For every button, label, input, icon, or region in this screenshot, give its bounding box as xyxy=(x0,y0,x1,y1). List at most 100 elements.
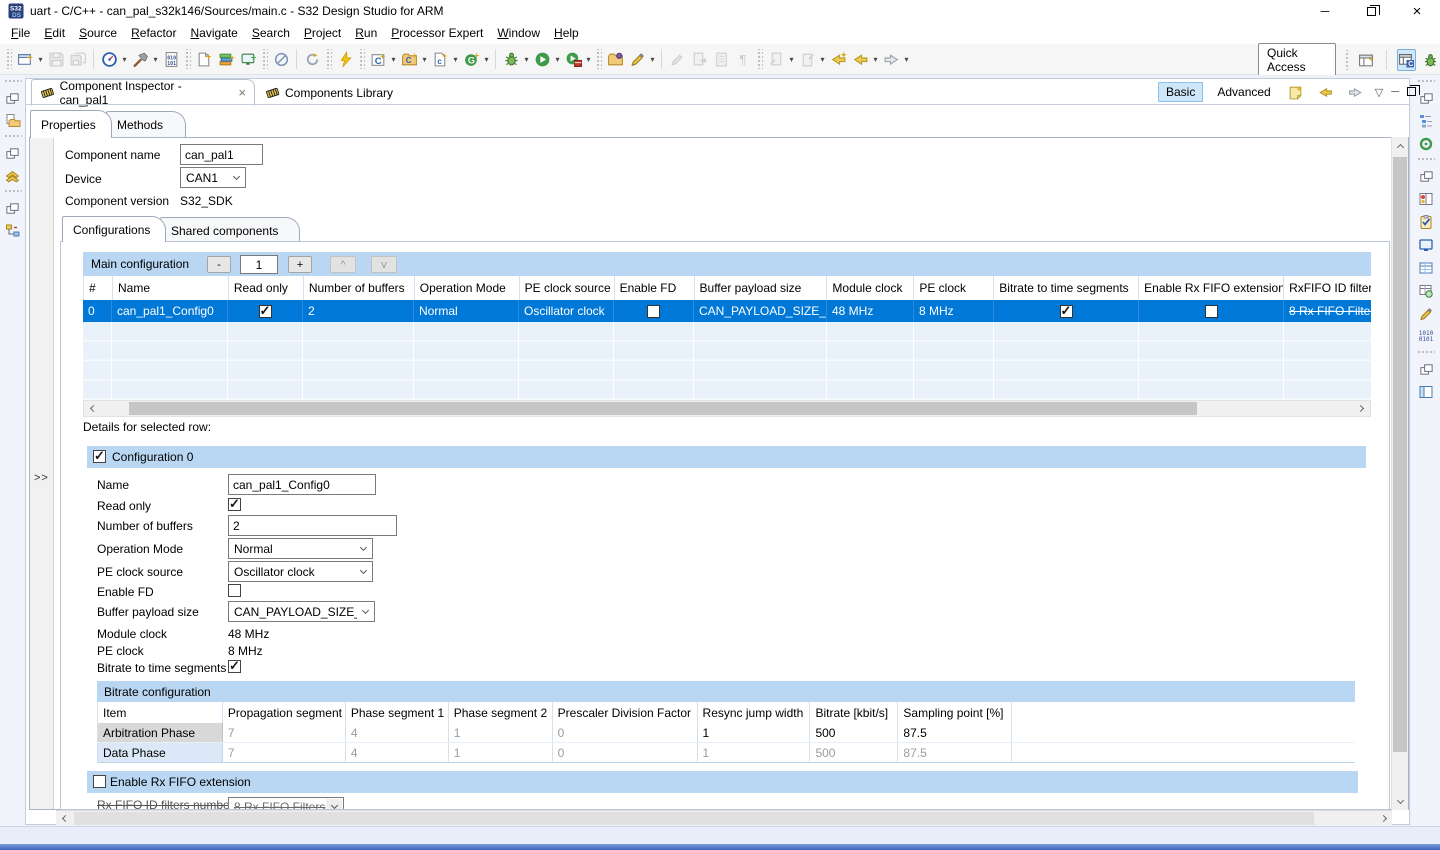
view-menu-icon[interactable]: ▽ xyxy=(1375,86,1383,99)
back-to-editor-icon[interactable]: ✦ xyxy=(827,48,849,70)
column-header[interactable]: Operation Mode xyxy=(415,276,520,300)
config-table-empty-rows[interactable] xyxy=(83,322,1371,400)
config-table-row[interactable]: 0 can_pal1_Config0 ✓ 2 Normal Oscillator… xyxy=(83,300,1371,322)
menu-source[interactable]: Source xyxy=(72,23,124,43)
forward-icon[interactable] xyxy=(880,48,902,70)
read-only-checkbox[interactable]: ✓ xyxy=(228,496,241,511)
refresh-document-icon[interactable] xyxy=(688,48,710,70)
mark-occurrences-dropdown[interactable]: ▾ xyxy=(648,55,657,64)
rx-fifo-filters-select[interactable]: 8 Rx FIFO Filters xyxy=(228,797,344,809)
scrollbar-thumb[interactable] xyxy=(1393,157,1407,752)
build-dropdown[interactable]: ▾ xyxy=(151,55,160,64)
tab-shared-components[interactable]: Shared components xyxy=(160,217,300,244)
column-header[interactable]: Number of buffers xyxy=(304,276,415,300)
project-explorer-icon[interactable] xyxy=(3,112,23,130)
last-edit-location-icon[interactable] xyxy=(765,48,787,70)
cell-propagation[interactable]: 7 xyxy=(223,743,346,762)
config-count-field[interactable]: 1 xyxy=(240,255,278,274)
scroll-right-button[interactable] xyxy=(1353,401,1370,416)
problems-view-icon[interactable] xyxy=(1416,190,1436,208)
rx-fifo-checkbox[interactable]: ✓ xyxy=(1204,304,1218,318)
cell-phase-seg2[interactable]: 1 xyxy=(449,723,553,742)
next-edit-location-icon[interactable] xyxy=(796,48,818,70)
cpp-perspective-button[interactable]: C xyxy=(1396,49,1416,71)
tasks-view-icon[interactable] xyxy=(1416,213,1436,231)
read-only-checkbox[interactable]: ✓ xyxy=(258,303,272,318)
menu-run[interactable]: Run xyxy=(348,23,384,43)
view-vertical-scrollbar[interactable] xyxy=(1391,137,1408,810)
advanced-mode-button[interactable]: Advanced xyxy=(1211,83,1276,101)
column-header[interactable]: RxFIFO ID filters xyxy=(1284,276,1371,300)
menu-navigate[interactable]: Navigate xyxy=(183,23,244,43)
build-hammer-icon[interactable] xyxy=(129,48,151,70)
scroll-left-button[interactable] xyxy=(56,811,72,826)
column-header[interactable]: Bitrate [kbit/s] xyxy=(810,702,899,723)
bitrate-segments-checkbox[interactable]: ✓ xyxy=(1059,303,1073,318)
debug-dropdown[interactable]: ▾ xyxy=(522,55,531,64)
back-icon[interactable] xyxy=(849,48,871,70)
device-select[interactable]: CAN1 xyxy=(180,167,246,188)
restart-icon[interactable] xyxy=(301,48,323,70)
bitrate-segments-checkbox[interactable]: ✓ xyxy=(228,658,241,673)
new-target-icon[interactable]: + xyxy=(237,48,259,70)
scrollbar-thumb[interactable] xyxy=(74,812,1314,825)
flash-programmer-dropdown[interactable]: ▾ xyxy=(120,55,129,64)
cell-phase-seg2[interactable]: 1 xyxy=(449,743,553,762)
column-header[interactable]: Propagation segment xyxy=(223,702,346,723)
menu-edit[interactable]: Edit xyxy=(37,23,72,43)
column-header[interactable]: Phase segment 1 xyxy=(346,702,449,723)
bitrate-row-arbitration[interactable]: Arbitration Phase 7 4 1 0 1 500 87.5 xyxy=(97,723,1355,743)
menu-project[interactable]: Project xyxy=(297,23,348,43)
menu-help[interactable]: Help xyxy=(547,23,586,43)
column-header[interactable]: Sampling point [%] xyxy=(898,702,1013,723)
row-header[interactable]: Arbitration Phase xyxy=(98,723,223,742)
properties-view-icon[interactable] xyxy=(1416,259,1436,277)
configuration-0-checkbox[interactable]: ✓ xyxy=(93,448,106,463)
target-connection-icon[interactable] xyxy=(1416,135,1436,153)
cell-rx-fifo-ext[interactable]: ✓ xyxy=(1139,300,1284,322)
maximize-button[interactable] xyxy=(1348,0,1394,22)
tab-configurations[interactable]: Configurations xyxy=(62,216,166,242)
back-dropdown[interactable]: ▾ xyxy=(871,55,880,64)
menu-processor-expert[interactable]: Processor Expert xyxy=(384,23,490,43)
save-all-icon[interactable] xyxy=(67,48,89,70)
menu-search[interactable]: Search xyxy=(245,23,297,43)
column-header[interactable]: Module clock xyxy=(827,276,915,300)
restore-view-icon[interactable] xyxy=(3,144,23,162)
menu-file[interactable]: File xyxy=(4,23,37,43)
column-header[interactable]: Buffer payload size xyxy=(695,276,828,300)
run-external-tools-dropdown[interactable]: ▾ xyxy=(584,55,593,64)
scrollbar-thumb[interactable] xyxy=(129,402,1197,415)
cell-bitrate[interactable]: 500 xyxy=(810,743,899,762)
components-stack-icon[interactable] xyxy=(3,167,23,185)
menu-refactor[interactable]: Refactor xyxy=(124,23,183,43)
pe-clock-source-select[interactable]: Oscillator clock xyxy=(228,561,373,582)
new-c-project-dropdown[interactable]: ▾ xyxy=(389,55,398,64)
restore-view-icon[interactable] xyxy=(1416,167,1436,185)
name-input[interactable] xyxy=(228,474,376,495)
cell-sampling[interactable]: 87.5 xyxy=(898,723,1013,742)
column-header[interactable]: Enable Rx FIFO extension xyxy=(1139,276,1285,300)
restore-view-icon[interactable] xyxy=(3,199,23,217)
last-edit-location-dropdown[interactable]: ▾ xyxy=(787,55,796,64)
add-config-button[interactable]: + xyxy=(288,256,312,273)
operation-mode-select[interactable]: Normal xyxy=(228,538,373,559)
column-header[interactable]: Bitrate to time segments xyxy=(994,276,1140,300)
show-whitespace-icon[interactable]: ¶ xyxy=(732,48,754,70)
enable-fd-checkbox[interactable]: ✓ xyxy=(647,304,660,318)
new-note-icon[interactable]: + xyxy=(1285,81,1307,103)
scroll-right-button[interactable] xyxy=(1376,811,1392,826)
quick-access-button[interactable]: Quick Access xyxy=(1258,43,1336,77)
generate-code-icon[interactable]: G + xyxy=(460,48,482,70)
cell-enable-fd[interactable]: ✓ xyxy=(614,300,694,322)
open-perspective-icon[interactable]: + xyxy=(1358,49,1376,71)
cell-prescaler[interactable]: 0 xyxy=(553,723,698,742)
table-horizontal-scrollbar[interactable] xyxy=(83,400,1371,417)
bitrate-row-data-phase[interactable]: Data Phase 7 4 1 0 1 500 87.5 xyxy=(97,743,1355,763)
view-horizontal-scrollbar[interactable] xyxy=(56,810,1392,825)
new-s32ds-project-dropdown[interactable]: ▾ xyxy=(420,55,429,64)
component-tree-icon[interactable] xyxy=(3,222,23,240)
disconnect-icon[interactable] xyxy=(270,48,292,70)
tab-properties[interactable]: Properties xyxy=(30,110,112,138)
scroll-left-button[interactable] xyxy=(84,401,101,416)
